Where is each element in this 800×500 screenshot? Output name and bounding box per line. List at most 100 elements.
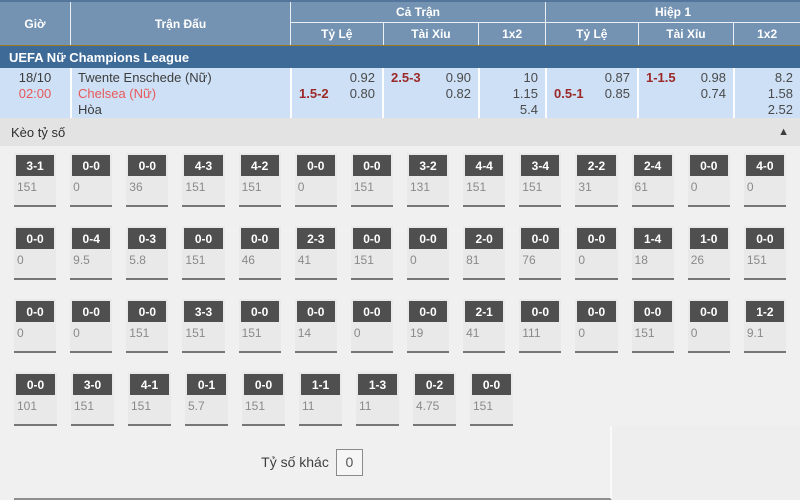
score-label: 4-4 [465, 155, 503, 176]
half-handicap-away-odds[interactable]: 0.85 [605, 86, 630, 102]
score-cell[interactable]: 0-0151 [470, 372, 513, 426]
chevron-up-icon[interactable]: ▲ [778, 126, 789, 138]
half-1x2-home-odds[interactable]: 8.2 [775, 70, 793, 86]
correct-score-section-bar[interactable]: Kèo tỷ số ▲ [0, 118, 800, 146]
score-cell[interactable]: 0-076 [519, 226, 561, 280]
half-1x2-away-odds[interactable]: 1.58 [768, 86, 793, 102]
score-label: 1-2 [746, 301, 784, 322]
score-cell[interactable]: 3-0151 [71, 372, 114, 426]
score-cell[interactable]: 2-141 [463, 299, 505, 353]
score-odds: 76 [519, 249, 561, 267]
score-cell[interactable]: 0-0151 [351, 153, 393, 207]
score-odds: 151 [14, 176, 56, 194]
score-odds: 151 [463, 176, 505, 194]
score-cell[interactable]: 4-4151 [463, 153, 505, 207]
score-cell[interactable]: 0-15.7 [185, 372, 228, 426]
score-cell[interactable]: 0-0151 [632, 299, 674, 353]
score-cell[interactable]: 0-00 [688, 299, 730, 353]
score-cell[interactable]: 4-1151 [128, 372, 171, 426]
score-cell[interactable]: 1-311 [356, 372, 399, 426]
score-cell[interactable]: 1-29.1 [744, 299, 786, 353]
full-handicap-line: 1.5-2 [299, 86, 329, 102]
score-cell[interactable]: 0-0151 [239, 299, 281, 353]
full-over-odds[interactable]: 0.90 [446, 70, 471, 86]
score-cell[interactable]: 0-00 [351, 299, 393, 353]
score-label: 4-3 [184, 155, 222, 176]
score-cell[interactable]: 0-00 [14, 299, 56, 353]
score-cell[interactable]: 4-2151 [239, 153, 281, 207]
half-handicap-home-odds[interactable]: 0.87 [605, 70, 630, 86]
score-cell[interactable]: 2-461 [632, 153, 674, 207]
full-handicap-home-odds[interactable]: 0.92 [350, 70, 375, 86]
score-cell[interactable]: 1-418 [632, 226, 674, 280]
score-cell[interactable]: 0-49.5 [70, 226, 112, 280]
score-odds: 19 [407, 322, 449, 340]
score-odds: 151 [128, 395, 171, 413]
score-cell[interactable]: 0-00 [688, 153, 730, 207]
full-1x2-home-odds[interactable]: 10 [524, 70, 538, 86]
score-row: 0-000-000-01513-31510-01510-0140-000-019… [14, 299, 800, 353]
score-cell[interactable]: 4-00 [744, 153, 786, 207]
score-cell[interactable]: 3-1151 [14, 153, 56, 207]
score-label: 3-4 [521, 155, 559, 176]
score-cell[interactable]: 3-4151 [519, 153, 561, 207]
score-cell[interactable]: 0-014 [295, 299, 337, 353]
score-cell[interactable]: 0-019 [407, 299, 449, 353]
other-score-area: Tỷ số khác 0 [14, 426, 612, 500]
score-cell[interactable]: 3-2131 [407, 153, 449, 207]
score-label: 0-0 [690, 301, 728, 322]
score-cell[interactable]: 0-00 [14, 226, 56, 280]
score-odds: 0 [688, 176, 730, 194]
full-over-under-cell: 2.5-30.90 0.82 [382, 68, 478, 118]
half-under-odds[interactable]: 0.74 [701, 86, 726, 102]
score-cell[interactable]: 1-026 [688, 226, 730, 280]
score-cell[interactable]: 0-35.8 [126, 226, 168, 280]
score-cell[interactable]: 4-3151 [182, 153, 224, 207]
score-label: 0-0 [409, 301, 447, 322]
score-label: 0-0 [184, 228, 222, 249]
score-cell[interactable]: 0-00 [70, 299, 112, 353]
score-odds: 0 [70, 322, 112, 340]
score-odds: 11 [356, 395, 399, 413]
full-under-odds[interactable]: 0.82 [446, 86, 471, 102]
half-over-odds[interactable]: 0.98 [701, 70, 726, 86]
other-score-odds[interactable]: 0 [336, 449, 363, 476]
full-1x2-away-odds[interactable]: 1.15 [513, 86, 538, 102]
full-1x2-draw-odds[interactable]: 5.4 [520, 102, 538, 118]
score-odds: 0 [744, 176, 786, 194]
score-label: 0-0 [577, 228, 615, 249]
score-cell[interactable]: 0-0111 [519, 299, 561, 353]
score-cell[interactable]: 0-0151 [182, 226, 224, 280]
score-cell[interactable]: 0-0101 [14, 372, 57, 426]
score-cell[interactable]: 0-036 [126, 153, 168, 207]
score-cell[interactable]: 1-111 [299, 372, 342, 426]
score-odds: 0 [70, 176, 112, 194]
match-kickoff-time: 02:00 [0, 86, 70, 102]
score-odds: 151 [182, 322, 224, 340]
score-label: 0-3 [128, 228, 166, 249]
score-cell[interactable]: 0-00 [575, 299, 617, 353]
half-1x2-draw-odds[interactable]: 2.52 [768, 102, 793, 118]
score-odds: 151 [519, 176, 561, 194]
score-cell[interactable]: 2-341 [295, 226, 337, 280]
header-first-half-label: Hiệp 1 [546, 2, 800, 23]
full-handicap-away-odds[interactable]: 0.80 [350, 86, 375, 102]
score-cell[interactable]: 0-00 [407, 226, 449, 280]
score-odds: 0 [575, 249, 617, 267]
half-1x2-cell: 8.2 1.58 2.52 [733, 68, 800, 118]
score-odds: 151 [470, 395, 513, 413]
score-cell[interactable]: 0-046 [239, 226, 281, 280]
score-cell[interactable]: 0-00 [295, 153, 337, 207]
score-cell[interactable]: 0-0151 [351, 226, 393, 280]
score-odds: 41 [295, 249, 337, 267]
score-cell[interactable]: 0-00 [575, 226, 617, 280]
score-cell[interactable]: 0-00 [70, 153, 112, 207]
score-cell[interactable]: 2-081 [463, 226, 505, 280]
score-cell[interactable]: 0-0151 [242, 372, 285, 426]
score-cell[interactable]: 0-0151 [744, 226, 786, 280]
score-cell[interactable]: 0-0151 [126, 299, 168, 353]
score-cell[interactable]: 0-24.75 [413, 372, 456, 426]
score-cell[interactable]: 2-231 [575, 153, 617, 207]
score-cell[interactable]: 3-3151 [182, 299, 224, 353]
score-label: 4-2 [241, 155, 279, 176]
